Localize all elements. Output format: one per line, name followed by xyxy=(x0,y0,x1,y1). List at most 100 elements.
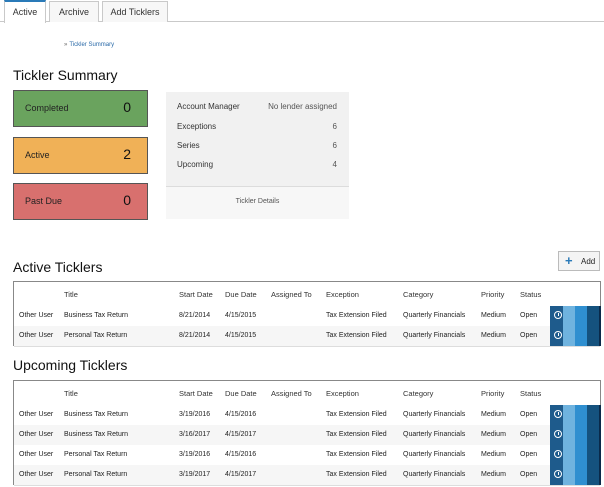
active-count: 2 xyxy=(123,146,131,162)
row-action-strip xyxy=(563,306,575,326)
history-icon xyxy=(554,430,562,438)
row-action-strip xyxy=(587,326,599,346)
history-icon xyxy=(554,410,562,418)
details-row-exceptions: Exceptions 6 xyxy=(177,122,337,131)
column-header[interactable]: Priority xyxy=(481,290,504,299)
row-action-strip xyxy=(575,425,587,445)
table-row[interactable]: Other User Personal Tax Return 3/19/2016 4/… xyxy=(14,445,601,466)
column-header[interactable]: Assigned To xyxy=(271,290,312,299)
details-label: Series xyxy=(177,141,200,150)
column-header[interactable]: Category xyxy=(403,389,433,398)
cell-status: Open xyxy=(520,312,538,319)
add-tickler-button[interactable]: + Add xyxy=(558,251,600,271)
history-button[interactable] xyxy=(550,405,563,425)
add-button-label: Add xyxy=(581,257,596,266)
cell-due: 4/15/2016 xyxy=(225,451,257,458)
cell-title: Business Tax Return xyxy=(64,431,129,438)
row-action-strip xyxy=(575,326,587,346)
cell-priority: Medium xyxy=(481,332,506,339)
history-button[interactable] xyxy=(550,326,563,346)
cell-priority: Medium xyxy=(481,471,506,478)
cell-status: Open xyxy=(520,332,538,339)
details-label: Exceptions xyxy=(177,122,217,131)
tab-archive[interactable]: Archive xyxy=(49,1,99,22)
cell-exception: Tax Extension Filed xyxy=(326,431,387,438)
tickler-details-link[interactable]: Tickler Details xyxy=(166,187,349,219)
cell-priority: Medium xyxy=(481,451,506,458)
cell-due: 4/15/2015 xyxy=(225,332,257,339)
column-header[interactable]: Status xyxy=(520,389,541,398)
table-header: Title Start Date Due Date Assigned To Except… xyxy=(14,282,600,307)
row-action-strip xyxy=(587,425,599,445)
row-action-strip xyxy=(599,405,601,425)
table-row[interactable]: Other User Business Tax Return 3/16/2017 4/… xyxy=(14,425,601,446)
cell-user: Other User xyxy=(19,312,54,319)
cell-due: 4/15/2017 xyxy=(225,471,257,478)
column-header[interactable]: Status xyxy=(520,290,541,299)
table-row[interactable]: Other User Business Tax Return 3/19/2016 4/… xyxy=(14,405,601,426)
cell-user: Other User xyxy=(19,451,54,458)
row-action-strip xyxy=(599,465,601,485)
row-action-strip xyxy=(587,405,599,425)
summary-title: Tickler Summary xyxy=(13,67,118,83)
cell-title: Personal Tax Return xyxy=(64,471,128,478)
column-header[interactable]: Category xyxy=(403,290,433,299)
history-icon xyxy=(554,470,562,478)
active-ticklers-table: Title Start Date Due Date Assigned To Except… xyxy=(13,281,601,347)
plus-icon: + xyxy=(565,253,573,268)
cell-start: 3/19/2016 xyxy=(179,451,211,458)
column-header[interactable]: Start Date xyxy=(179,290,213,299)
past-due-label: Past Due xyxy=(25,196,63,206)
history-icon xyxy=(554,331,562,339)
row-action-strip xyxy=(599,425,601,445)
table-row[interactable]: Other User Personal Tax Return 3/19/2017 4/… xyxy=(14,465,601,486)
breadcrumb-link[interactable]: Tickler Summary xyxy=(69,42,114,48)
history-button[interactable] xyxy=(550,465,563,485)
history-button[interactable] xyxy=(550,306,563,326)
cell-start: 8/21/2014 xyxy=(179,312,211,319)
cell-due: 4/15/2016 xyxy=(225,411,257,418)
column-header[interactable]: Exception xyxy=(326,389,359,398)
cell-user: Other User xyxy=(19,471,54,478)
row-action-strip xyxy=(563,326,575,346)
column-header[interactable]: Assigned To xyxy=(271,389,312,398)
cell-title: Personal Tax Return xyxy=(64,451,128,458)
row-action-strip xyxy=(575,405,587,425)
column-header[interactable]: Start Date xyxy=(179,389,213,398)
completed-count: 0 xyxy=(123,99,131,115)
active-card[interactable]: Active 2 xyxy=(13,137,148,174)
column-header[interactable]: Due Date xyxy=(225,389,257,398)
cell-category: Quarterly Financials xyxy=(403,332,466,339)
active-label: Active xyxy=(25,150,50,160)
breadcrumb-separator: » xyxy=(64,42,68,48)
column-header[interactable]: Title xyxy=(64,290,78,299)
cell-exception: Tax Extension Filed xyxy=(326,312,387,319)
tab-active[interactable]: Active xyxy=(4,0,46,23)
history-button[interactable] xyxy=(550,445,563,465)
cell-start: 3/16/2017 xyxy=(179,431,211,438)
completed-card[interactable]: Completed 0 xyxy=(13,90,148,127)
past-due-card[interactable]: Past Due 0 xyxy=(13,183,148,220)
history-icon xyxy=(554,450,562,458)
details-label: Upcoming xyxy=(177,160,214,169)
details-value: 6 xyxy=(332,141,337,150)
row-action-strip xyxy=(599,445,601,465)
tab-add-ticklers[interactable]: Add Ticklers xyxy=(102,1,168,22)
table-row[interactable]: Other User Business Tax Return 8/21/2014 4/… xyxy=(14,306,601,327)
cell-start: 8/21/2014 xyxy=(179,332,211,339)
cell-category: Quarterly Financials xyxy=(403,431,466,438)
cell-status: Open xyxy=(520,411,538,418)
row-action-strip xyxy=(599,306,601,326)
cell-category: Quarterly Financials xyxy=(403,411,466,418)
details-row-upcoming: Upcoming 4 xyxy=(177,160,337,169)
column-header[interactable]: Title xyxy=(64,389,78,398)
history-button[interactable] xyxy=(550,425,563,445)
cell-priority: Medium xyxy=(481,411,506,418)
cell-exception: Tax Extension Filed xyxy=(326,471,387,478)
cell-status: Open xyxy=(520,431,538,438)
column-header[interactable]: Exception xyxy=(326,290,359,299)
details-value: No lender assigned xyxy=(268,102,337,111)
column-header[interactable]: Priority xyxy=(481,389,504,398)
column-header[interactable]: Due Date xyxy=(225,290,257,299)
table-row[interactable]: Other User Personal Tax Return 8/21/2014 4/… xyxy=(14,326,601,347)
